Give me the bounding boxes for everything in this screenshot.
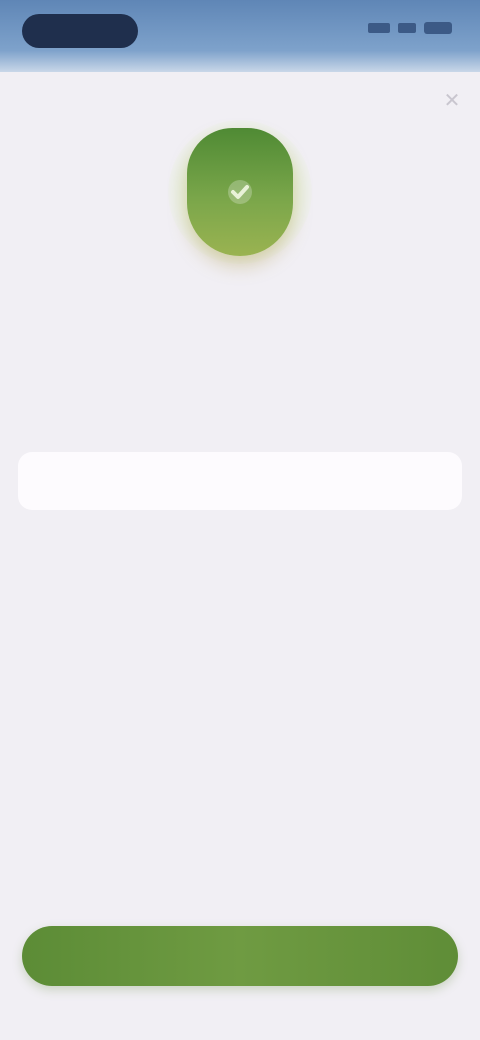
check-mark-icon xyxy=(228,180,252,204)
close-icon: ✕ xyxy=(443,89,461,112)
close-button[interactable]: ✕ xyxy=(438,86,466,114)
status-icons xyxy=(368,22,452,34)
shield-check-icon xyxy=(187,128,293,256)
signal-icon xyxy=(368,23,390,33)
battery-icon xyxy=(424,22,452,34)
text-input[interactable] xyxy=(42,471,438,491)
wifi-icon xyxy=(398,23,416,33)
primary-button[interactable] xyxy=(22,926,458,986)
text-field[interactable] xyxy=(18,452,462,510)
status-time xyxy=(22,14,138,48)
status-bar xyxy=(0,0,480,72)
bottom-sheet: ✕ xyxy=(0,72,480,1040)
badge-illustration xyxy=(168,120,312,264)
